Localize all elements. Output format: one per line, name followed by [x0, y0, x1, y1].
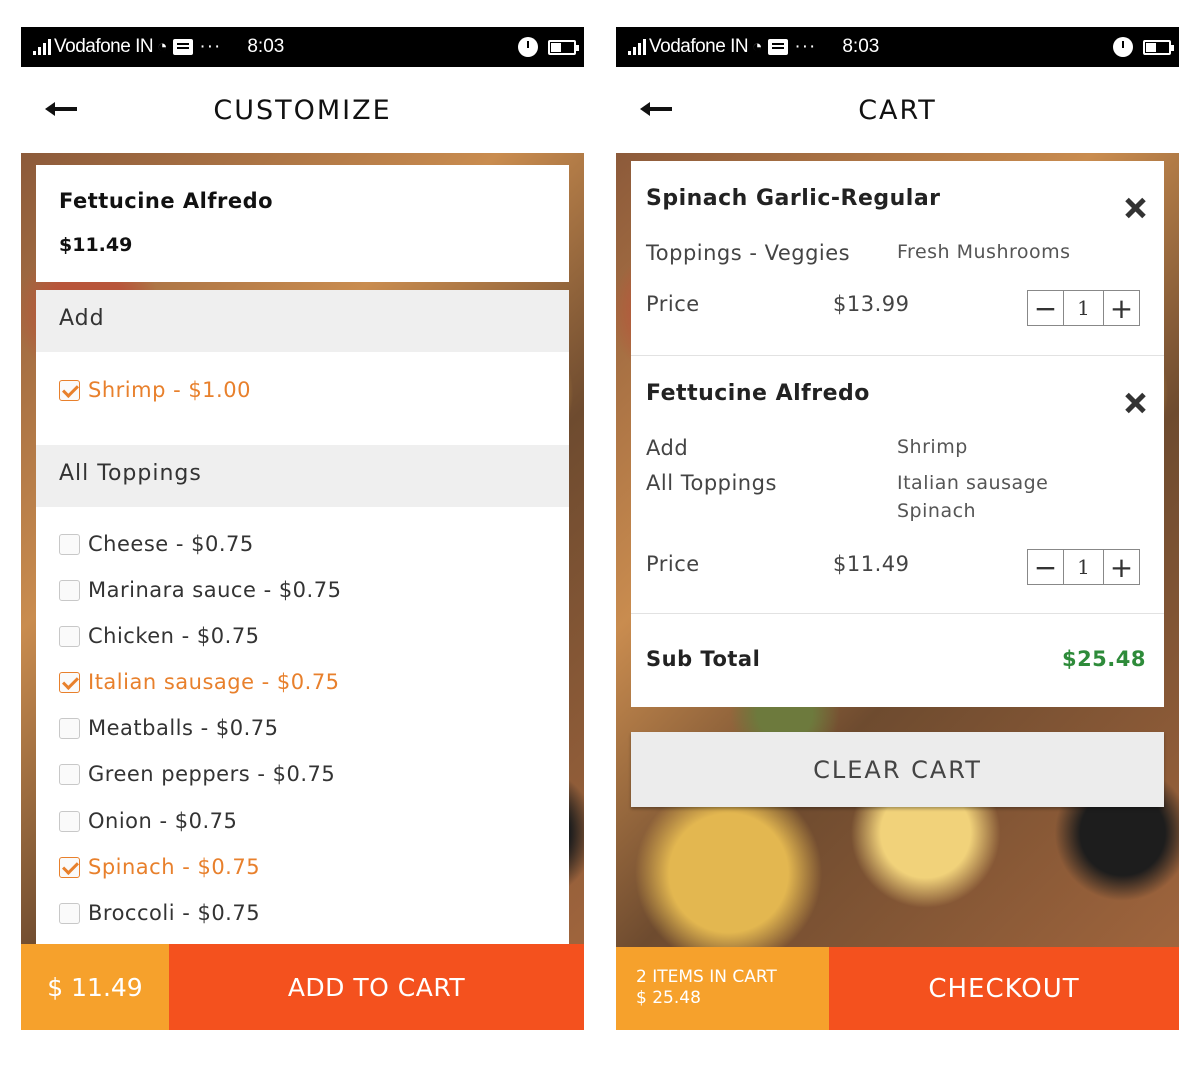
option-label: Spinach - $0.75 — [88, 855, 261, 879]
divider — [631, 613, 1164, 614]
more-notifications-icon: ··· — [794, 36, 817, 57]
section-header-add: Add — [36, 290, 569, 352]
option-label: Chicken - $0.75 — [88, 624, 260, 648]
remove-item-icon[interactable] — [1124, 392, 1146, 414]
option-checkbox[interactable]: Broccoli - $0.75 — [59, 898, 260, 928]
quantity-value[interactable]: 1 — [1063, 550, 1104, 584]
message-icon — [173, 39, 194, 55]
battery-icon — [1143, 39, 1174, 55]
option-label: Broccoli - $0.75 — [88, 901, 261, 925]
increment-button[interactable]: + — [1104, 550, 1139, 584]
message-icon — [768, 39, 789, 55]
option-checkbox[interactable]: Italian sausage - $0.75 — [59, 667, 340, 697]
option-checkbox[interactable]: Cheese - $0.75 — [59, 529, 254, 559]
checkbox-icon[interactable] — [59, 579, 80, 601]
option-label: Meatballs - $0.75 — [88, 716, 279, 740]
detail-label: All Toppings — [646, 471, 777, 495]
detail-value: Spinach — [897, 500, 977, 522]
option-label: Cheese - $0.75 — [88, 532, 254, 556]
cart-item-price: $13.99 — [833, 292, 910, 316]
cart-item: Spinach Garlic-Regular Toppings - Veggie… — [631, 161, 1164, 355]
item-card: Fettucine Alfredo $11.49 — [36, 165, 569, 282]
decrement-button[interactable]: − — [1028, 291, 1063, 325]
clock: 8:03 — [842, 36, 880, 57]
detail-value: Shrimp — [897, 436, 968, 458]
signal-icon — [33, 39, 51, 55]
page-title: CUSTOMIZE — [213, 95, 392, 126]
app-header: CUSTOMIZE — [21, 67, 584, 153]
page-title: CART — [858, 95, 937, 126]
alarm-icon — [518, 37, 538, 57]
wifi-icon: ◔ — [157, 37, 168, 56]
app-header: CART — [616, 67, 1179, 153]
option-label: Marinara sauce - $0.75 — [88, 578, 342, 602]
checkbox-checked-icon[interactable] — [59, 856, 80, 878]
detail-value: Fresh Mushrooms — [897, 241, 1071, 263]
item-price: $11.49 — [59, 234, 133, 256]
checkout-button[interactable]: CHECKOUT — [829, 947, 1179, 1030]
checkbox-icon[interactable] — [59, 810, 80, 832]
option-checkbox[interactable]: Chicken - $0.75 — [59, 621, 260, 651]
checkbox-icon[interactable] — [59, 625, 80, 647]
option-checkbox[interactable]: Marinara sauce - $0.75 — [59, 575, 341, 605]
battery-icon — [548, 39, 579, 55]
option-checkbox[interactable]: Shrimp - $1.00 — [59, 375, 251, 405]
option-label: Italian sausage - $0.75 — [88, 670, 340, 694]
quantity-stepper: − 1 + — [1027, 290, 1140, 326]
checkbox-icon[interactable] — [59, 717, 80, 739]
more-notifications-icon: ··· — [199, 36, 222, 57]
quantity-stepper: − 1 + — [1027, 549, 1140, 585]
checkbox-checked-icon[interactable] — [59, 671, 80, 693]
checkbox-icon[interactable] — [59, 763, 80, 785]
clear-cart-button[interactable]: CLEAR CART — [631, 732, 1164, 807]
clock: 8:03 — [247, 36, 285, 57]
remove-item-icon[interactable] — [1124, 197, 1146, 219]
carrier-name: Vodafone IN — [649, 36, 749, 57]
cart-panel: Spinach Garlic-Regular Toppings - Veggie… — [631, 161, 1164, 707]
add-to-cart-button[interactable]: ADD TO CART — [169, 944, 584, 1030]
section-header-toppings: All Toppings — [36, 445, 569, 507]
option-label: Onion - $0.75 — [88, 809, 238, 833]
cart-screen: Vodafone IN ◔ ··· 8:03 CART Spinach Garl… — [616, 27, 1179, 1030]
price-label: Price — [646, 292, 700, 316]
option-checkbox[interactable]: Green peppers - $0.75 — [59, 759, 335, 789]
bottom-action-bar: $ 11.49 ADD TO CART — [21, 944, 584, 1030]
cart-item-name: Spinach Garlic-Regular — [646, 186, 941, 211]
cart-item-count: 2 ITEMS IN CART — [636, 967, 777, 987]
decrement-button[interactable]: − — [1028, 550, 1063, 584]
cart-summary: 2 ITEMS IN CART $ 25.48 — [616, 947, 829, 1030]
cart-item-price: $11.49 — [833, 552, 910, 576]
option-label: Green peppers - $0.75 — [88, 762, 336, 786]
detail-label: Toppings - Veggies — [646, 241, 851, 265]
price-label: Price — [646, 552, 700, 576]
quantity-value[interactable]: 1 — [1063, 291, 1104, 325]
increment-button[interactable]: + — [1104, 291, 1139, 325]
wifi-icon: ◔ — [752, 37, 763, 56]
subtotal-value: $25.48 — [1061, 647, 1146, 671]
customize-screen: Vodafone IN ◔ ··· 8:03 CUSTOMIZE Fettuci… — [21, 27, 584, 1030]
signal-icon — [628, 39, 646, 55]
checkbox-checked-icon[interactable] — [59, 379, 80, 401]
cart-item-name: Fettucine Alfredo — [646, 381, 870, 406]
detail-value: Italian sausage — [897, 472, 1049, 494]
option-checkbox[interactable]: Onion - $0.75 — [59, 806, 237, 836]
option-checkbox[interactable]: Spinach - $0.75 — [59, 852, 260, 882]
checkbox-icon[interactable] — [59, 533, 80, 555]
option-label: Shrimp - $1.00 — [88, 378, 251, 402]
cart-item: Fettucine Alfredo Add Shrimp All Topping… — [631, 356, 1164, 613]
item-name: Fettucine Alfredo — [59, 189, 274, 213]
options-panel: Add Shrimp - $1.00 All Toppings Cheese -… — [36, 290, 569, 950]
total-price: $ 11.49 — [21, 944, 169, 1030]
status-bar: Vodafone IN ◔ ··· 8:03 — [21, 27, 584, 67]
carrier-name: Vodafone IN — [54, 36, 154, 57]
detail-label: Add — [646, 436, 689, 460]
alarm-icon — [1113, 37, 1133, 57]
subtotal-label: Sub Total — [646, 647, 761, 671]
checkbox-icon[interactable] — [59, 902, 80, 924]
option-checkbox[interactable]: Meatballs - $0.75 — [59, 713, 279, 743]
status-bar: Vodafone IN ◔ ··· 8:03 — [616, 27, 1179, 67]
cart-total: $ 25.48 — [636, 988, 701, 1008]
bottom-action-bar: 2 ITEMS IN CART $ 25.48 CHECKOUT — [616, 947, 1179, 1030]
